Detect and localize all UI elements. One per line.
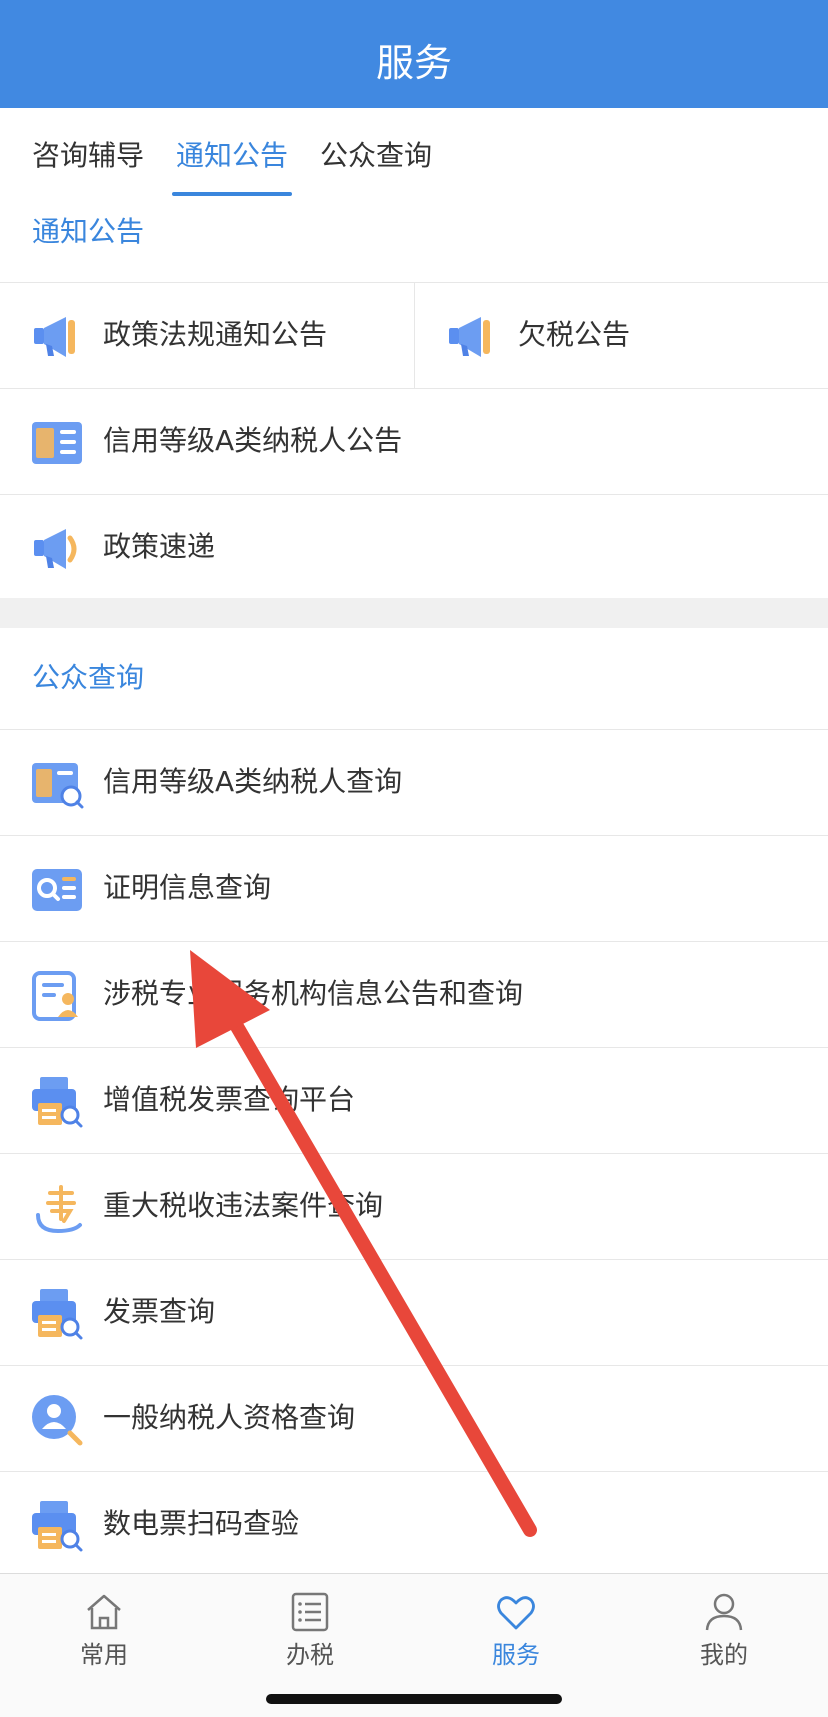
list-item-label: 涉税专业服务机构信息公告和查询 [103,977,524,1010]
list-item-violation-query[interactable]: 重大税收违法案件查询 [0,1153,828,1259]
list-item-label: 增值税发票查询平台 [103,1083,356,1116]
megaphone-icon [30,522,84,576]
heart-icon [456,1590,576,1634]
query-section-title: 公众查询 [32,661,145,694]
tab-bar: 咨询辅导 通知公告 公众查询 [0,108,828,198]
credit-search-icon [30,757,84,811]
list-item-label: 重大税收违法案件查询 [103,1189,384,1222]
invoice-search-icon [30,1075,84,1129]
credit-list-icon [30,416,84,470]
list-item-label: 发票查询 [103,1295,216,1328]
nav-label: 办税 [286,1641,334,1669]
list-item-policy-notice[interactable]: 政策法规通知公告 [0,282,414,388]
list-item-e-invoice-scan[interactable]: 数电票扫码查验 [0,1471,828,1577]
person-search-icon [30,1393,84,1447]
user-icon [664,1590,784,1634]
list-item-label: 政策速递 [103,530,216,563]
list-item-credit-a-notice[interactable]: 信用等级A类纳税人公告 [0,388,828,494]
list-icon [250,1590,370,1634]
list-item-general-taxpayer-query[interactable]: 一般纳税人资格查询 [0,1365,828,1471]
tab-notice[interactable]: 通知公告 [176,134,288,178]
nav-label: 服务 [492,1641,540,1669]
notice-section-title: 通知公告 [32,215,145,248]
certificate-search-icon [30,863,84,917]
nav-label: 常用 [80,1641,128,1669]
megaphone-icon [445,310,499,364]
list-item-label: 证明信息查询 [103,871,272,904]
home-indicator [266,1694,562,1704]
list-item-label: 一般纳税人资格查询 [103,1401,356,1434]
nav-tab-service[interactable]: 服务 [456,1590,576,1672]
nav-tab-common[interactable]: 常用 [44,1590,164,1672]
page-title: 服务 [375,41,452,85]
list-item-label: 信用等级A类纳税人公告 [103,424,403,457]
tab-public-query[interactable]: 公众查询 [320,134,432,178]
top-bar: 服务 [0,0,828,108]
list-item-invoice-query[interactable]: 发票查询 [0,1259,828,1365]
nav-label: 我的 [700,1641,748,1669]
list-item-agency-query[interactable]: 涉税专业服务机构信息公告和查询 [0,941,828,1047]
query-section-header: 公众查询 [0,628,828,728]
megaphone-icon [30,310,84,364]
list-item-credit-a-query[interactable]: 信用等级A类纳税人查询 [0,729,828,835]
agency-document-icon [30,969,84,1023]
list-item-label: 政策法规通知公告 [103,318,328,351]
list-item-policy-express[interactable]: 政策速递 [0,494,828,600]
nav-tab-tax[interactable]: 办税 [250,1590,370,1672]
section-divider [0,598,828,628]
nav-tab-mine[interactable]: 我的 [664,1590,784,1672]
list-item-label: 数电票扫码查验 [103,1507,300,1540]
list-item-label: 信用等级A类纳税人查询 [103,765,403,798]
violation-icon [30,1181,84,1235]
home-icon [44,1590,164,1634]
invoice-search-icon [30,1499,84,1553]
notice-section-header: 通知公告 [0,198,828,282]
invoice-search-icon [30,1287,84,1341]
list-item-tax-arrears-notice[interactable]: 欠税公告 [414,282,828,388]
list-item-label: 欠税公告 [518,318,631,351]
tab-consult[interactable]: 咨询辅导 [32,134,144,178]
list-item-certificate-query[interactable]: 证明信息查询 [0,835,828,941]
list-item-vat-invoice-platform[interactable]: 增值税发票查询平台 [0,1047,828,1153]
active-tab-indicator [172,192,292,196]
